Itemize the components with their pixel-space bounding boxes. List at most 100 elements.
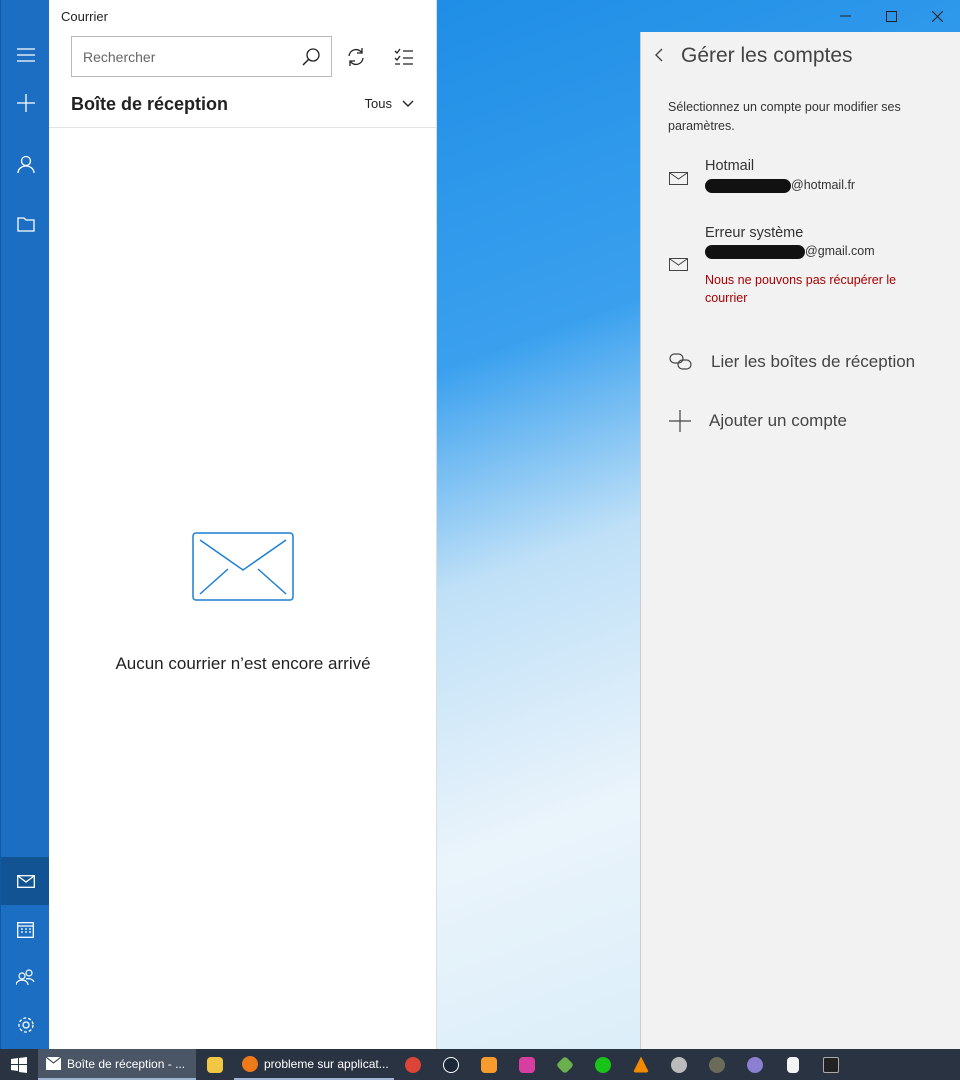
account-name: Erreur système bbox=[705, 225, 804, 241]
redacted-mark bbox=[705, 244, 805, 259]
empty-state: Aucun courrier n’est encore arrivé bbox=[49, 532, 437, 674]
taskbar-app-purple[interactable] bbox=[736, 1049, 774, 1080]
chrome-icon bbox=[405, 1056, 421, 1073]
search-input[interactable]: Rechercher bbox=[71, 36, 332, 77]
account-name: Hotmail bbox=[705, 158, 755, 174]
sync-button[interactable] bbox=[343, 44, 369, 70]
link-inboxes-button[interactable]: Lier les boîtes de réception bbox=[669, 352, 915, 372]
start-button[interactable] bbox=[0, 1049, 38, 1080]
mail-icon bbox=[16, 874, 35, 888]
menu-button[interactable] bbox=[1, 31, 50, 79]
chevron-down-icon bbox=[402, 100, 414, 107]
chevron-left-icon bbox=[655, 48, 663, 62]
account-item-gmail[interactable]: Erreur système @gmail.com Nous ne pouvon… bbox=[669, 224, 949, 305]
taskbar-sublime[interactable] bbox=[470, 1049, 508, 1080]
app-icon bbox=[747, 1056, 763, 1073]
plus-icon bbox=[669, 410, 691, 432]
app-icon bbox=[823, 1056, 839, 1073]
manage-accounts-panel: Gérer les comptes Sélectionnez un compte… bbox=[640, 32, 960, 1049]
folder-title: Boîte de réception bbox=[71, 94, 229, 114]
account-email: @hotmail.fr bbox=[705, 178, 855, 193]
app-title: Courrier bbox=[61, 9, 108, 24]
calendar-nav-button[interactable] bbox=[1, 905, 50, 953]
redacted-mark bbox=[705, 178, 791, 193]
add-account-button[interactable]: Ajouter un compte bbox=[669, 410, 847, 432]
new-mail-button[interactable] bbox=[1, 79, 50, 127]
account-item-hotmail[interactable]: Hotmail @hotmail.fr bbox=[669, 158, 949, 198]
mail-icon bbox=[669, 258, 688, 271]
taskbar-vlc[interactable] bbox=[622, 1049, 660, 1080]
link-inboxes-label: Lier les boîtes de réception bbox=[711, 352, 916, 371]
person-icon bbox=[16, 155, 35, 173]
close-icon bbox=[931, 10, 943, 22]
taskbar-item-label: Boîte de réception - ... bbox=[67, 1056, 186, 1071]
selection-mode-button[interactable] bbox=[391, 44, 417, 70]
add-account-label: Ajouter un compte bbox=[709, 411, 847, 430]
firefox-icon bbox=[242, 1055, 258, 1072]
envelope-illustration-icon bbox=[192, 532, 294, 601]
taskbar-item-mail[interactable]: Boîte de réception - ... bbox=[38, 1049, 196, 1080]
search-icon[interactable] bbox=[302, 47, 320, 66]
calendar-icon bbox=[17, 921, 34, 938]
app-icon bbox=[555, 1055, 575, 1074]
folders-button[interactable] bbox=[1, 200, 50, 248]
app-icon bbox=[519, 1056, 535, 1073]
panel-description: Sélectionnez un compte pour modifier ses… bbox=[668, 100, 901, 133]
mail-nav-button[interactable] bbox=[1, 857, 50, 905]
mail-icon bbox=[46, 1057, 61, 1070]
plus-icon bbox=[16, 94, 35, 112]
app-icon bbox=[671, 1056, 687, 1073]
taskbar: Boîte de réception - ... probleme sur ap… bbox=[0, 1049, 960, 1080]
taskbar-app-dark[interactable] bbox=[812, 1049, 850, 1080]
windows-logo-icon bbox=[11, 1056, 27, 1073]
folder-icon bbox=[207, 1056, 223, 1073]
file-icon bbox=[787, 1056, 799, 1073]
search-placeholder: Rechercher bbox=[83, 48, 156, 65]
account-email: @gmail.com bbox=[705, 244, 875, 259]
maximize-icon bbox=[885, 10, 897, 22]
minimize-icon bbox=[839, 15, 851, 17]
account-error: Nous ne pouvons pas récupérer le courrie… bbox=[705, 273, 897, 305]
empty-message: Aucun courrier n’est encore arrivé bbox=[115, 654, 371, 673]
taskbar-item-firefox[interactable]: probleme sur applicat... bbox=[234, 1049, 394, 1080]
app-icon bbox=[595, 1056, 611, 1073]
steam-icon bbox=[443, 1056, 459, 1073]
vlc-icon bbox=[633, 1056, 649, 1073]
maximize-button[interactable] bbox=[868, 0, 914, 32]
taskbar-app-green[interactable] bbox=[584, 1049, 622, 1080]
back-button[interactable] bbox=[655, 46, 663, 67]
folder-icon bbox=[16, 217, 35, 232]
sidebar bbox=[0, 0, 50, 1049]
email-suffix: @hotmail.fr bbox=[791, 178, 856, 192]
panel-title: Gérer les comptes bbox=[681, 44, 853, 67]
checklist-icon bbox=[394, 48, 413, 65]
minimize-button[interactable] bbox=[822, 0, 868, 32]
people-icon bbox=[16, 969, 35, 985]
taskbar-app-diamond[interactable] bbox=[546, 1049, 584, 1080]
taskbar-app-disc[interactable] bbox=[660, 1049, 698, 1080]
sync-icon bbox=[348, 48, 364, 66]
filter-value: Tous bbox=[364, 96, 392, 111]
sublime-icon bbox=[481, 1056, 497, 1073]
email-suffix: @gmail.com bbox=[805, 244, 875, 258]
taskbar-item-label: probleme sur applicat... bbox=[264, 1056, 389, 1071]
accounts-button[interactable] bbox=[1, 140, 50, 188]
mail-icon bbox=[669, 172, 688, 185]
taskbar-file[interactable] bbox=[774, 1049, 812, 1080]
filter-dropdown[interactable]: Tous bbox=[365, 96, 414, 111]
taskbar-file-explorer[interactable] bbox=[196, 1049, 234, 1080]
taskbar-gimp[interactable] bbox=[698, 1049, 736, 1080]
link-icon bbox=[669, 353, 692, 370]
gimp-icon bbox=[709, 1056, 725, 1073]
message-list-pane: Courrier Rechercher Boîte de réception T… bbox=[49, 0, 437, 1049]
close-button[interactable] bbox=[914, 0, 960, 32]
window-controls bbox=[640, 0, 960, 32]
people-nav-button[interactable] bbox=[1, 953, 50, 1001]
settings-button[interactable] bbox=[1, 1001, 50, 1049]
taskbar-steam[interactable] bbox=[432, 1049, 470, 1080]
hamburger-icon bbox=[16, 48, 35, 62]
gear-icon bbox=[17, 1017, 34, 1033]
taskbar-chrome[interactable] bbox=[394, 1049, 432, 1080]
divider bbox=[49, 127, 437, 128]
taskbar-app-pink[interactable] bbox=[508, 1049, 546, 1080]
